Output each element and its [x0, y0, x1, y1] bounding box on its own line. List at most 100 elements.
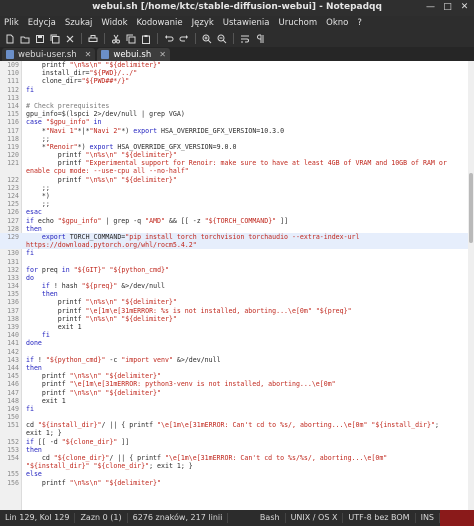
word-wrap-icon[interactable] [239, 33, 251, 45]
minimize-icon[interactable]: — [425, 2, 436, 13]
code-line[interactable]: enable cpu mode: --use-cpu all --no-half… [0, 167, 474, 175]
code-line[interactable]: exit 1; } [0, 429, 474, 437]
status-eol[interactable]: UNIX / OS X [286, 513, 344, 523]
code-line[interactable]: 130 fi [0, 249, 474, 257]
copy-icon[interactable] [125, 33, 137, 45]
code-line[interactable]: 118 ;; [0, 135, 474, 143]
code-line[interactable]: 135 then [0, 290, 474, 298]
code-line[interactable]: 140 fi [0, 331, 474, 339]
tab-webui-user-sh[interactable]: webui-user.sh ✕ [2, 48, 96, 61]
close-icon[interactable] [64, 33, 76, 45]
code-line[interactable]: https://download.pytorch.org/whl/rocm5.4… [0, 241, 474, 250]
code-line[interactable]: "${install_dir}" "${clone_dir}"; exit 1;… [0, 462, 474, 470]
scrollbar-thumb[interactable] [469, 173, 473, 243]
code-line[interactable]: 119 *"Renoir"*) export HSA_OVERRIDE_GFX_… [0, 143, 474, 151]
code-line[interactable]: 116 case "$gpu_info" in [0, 118, 474, 126]
code-line[interactable]: 133 do [0, 274, 474, 282]
code-line[interactable]: 120 printf "\n%s\n" "${delimiter}" [0, 151, 474, 159]
code-line[interactable]: 131 [0, 258, 474, 266]
menu-item-2[interactable]: Szukaj [65, 18, 93, 28]
code-line[interactable]: 112 fi [0, 86, 474, 94]
zoom-out-icon[interactable] [216, 33, 228, 45]
code-line[interactable]: 154 cd "${clone_dir}"/ || { printf "\e[1… [0, 454, 474, 462]
tab-close-icon[interactable]: ✕ [159, 50, 166, 59]
code-line[interactable]: 148 exit 1 [0, 397, 474, 405]
line-text: ;; [26, 200, 50, 209]
code-line[interactable]: 123 ;; [0, 184, 474, 192]
code-line[interactable]: 153 then [0, 446, 474, 454]
code-line[interactable]: 152 if [[ -d "${clone_dir}" ]] [0, 438, 474, 446]
zoom-in-icon[interactable] [201, 33, 213, 45]
code-line[interactable]: 151 cd "${install_dir}"/ || { printf "\e[… [0, 421, 474, 429]
code-line[interactable]: 114 # Check prerequisites [0, 102, 474, 110]
code-line[interactable]: 117 *"Navi 1"*|*"Navi 2"*) export HSA_OV… [0, 127, 474, 135]
line-number: 110 [7, 69, 19, 78]
code-line[interactable]: 149 fi [0, 405, 474, 413]
save-icon[interactable] [34, 33, 46, 45]
code-line[interactable]: 142 [0, 348, 474, 356]
new-file-icon[interactable] [4, 33, 16, 45]
menu-bar: Plik Edycja Szukaj Widok Kodowanie Język Ustaw… [0, 16, 474, 30]
code-line[interactable]: 115 gpu_info=$(lspci 2>/dev/null | grep V… [0, 110, 474, 118]
show-all-chars-icon[interactable] [254, 33, 266, 45]
code-line[interactable]: 146 printf "\e[1m\e[31mERROR: python3-ve… [0, 380, 474, 388]
code-line[interactable]: 132 for preq in "${GIT}" "${python_cmd}" [0, 266, 474, 274]
toolbar [0, 30, 474, 47]
code-line[interactable]: 121 printf "Experimental support for Ren… [0, 159, 474, 167]
code-line[interactable]: 134 if ! hash "${preq}" &>/dev/null [0, 282, 474, 290]
redo-icon[interactable] [178, 33, 190, 45]
code-line[interactable]: 139 exit 1 [0, 323, 474, 331]
line-number: 120 [7, 151, 19, 160]
menu-item-1[interactable]: Edycja [28, 18, 56, 28]
line-number: 116 [7, 118, 19, 127]
code-line[interactable]: 125 ;; [0, 200, 474, 208]
maximize-icon[interactable]: □ [442, 2, 453, 13]
code-line[interactable]: 113 [0, 94, 474, 102]
code-line[interactable]: 145 printf "\n%s\n" "${delimiter}" [0, 372, 474, 380]
code-line[interactable]: 155 else [0, 470, 474, 478]
status-language[interactable]: Bash [255, 513, 286, 523]
line-text: printf "\n%s\n" "${delimiter}" [26, 175, 177, 184]
tab-webui-sh[interactable]: webui.sh ✕ [97, 48, 170, 61]
undo-icon[interactable] [163, 33, 175, 45]
code-line[interactable]: 111 clone_dir="${PWD##*/}" [0, 77, 474, 85]
code-line[interactable]: 150 [0, 413, 474, 421]
code-editor[interactable]: 109 printf "\n%s\n" "${delimiter}" 110 in… [0, 61, 474, 510]
line-number: 138 [7, 314, 19, 323]
code-line[interactable]: 109 printf "\n%s\n" "${delimiter}" [0, 61, 474, 69]
code-line[interactable]: 129 export TORCH_COMMAND="pip install to… [0, 232, 474, 242]
status-encoding[interactable]: UTF-8 bez BOM [343, 513, 416, 523]
line-text: printf "Experimental support for Renoir:… [26, 159, 447, 168]
code-line[interactable]: 147 printf "\n%s\n" "${delimiter}" [0, 389, 474, 397]
tab-close-icon[interactable]: ✕ [85, 50, 92, 59]
menu-item-9[interactable]: ? [357, 18, 362, 28]
code-line[interactable]: 124 *) [0, 192, 474, 200]
code-line[interactable]: 156 printf "\n%s\n" "${delimiter}" [0, 479, 474, 487]
code-line[interactable]: 143 if ! "${python_cmd}" -c "import venv"… [0, 356, 474, 364]
cut-icon[interactable] [110, 33, 122, 45]
vertical-scrollbar[interactable] [468, 61, 474, 510]
code-line[interactable]: 137 printf "\e[1m\e[31mERROR: %s is not … [0, 307, 474, 315]
menu-item-4[interactable]: Kodowanie [137, 18, 183, 28]
code-line[interactable]: 127 if echo "$gpu_info" | grep -q "AMD" &… [0, 217, 474, 225]
menu-item-7[interactable]: Uruchom [278, 18, 317, 28]
menu-item-6[interactable]: Ustawienia [223, 18, 270, 28]
code-line[interactable]: 110 install_dir="${PWD}/../" [0, 69, 474, 77]
line-number: 122 [7, 175, 19, 184]
code-line[interactable]: 136 printf "\n%s\n" "${delimiter}" [0, 298, 474, 306]
code-line[interactable]: 126 esac [0, 208, 474, 216]
menu-item-0[interactable]: Plik [4, 18, 19, 28]
code-line[interactable]: 144 then [0, 364, 474, 372]
menu-item-8[interactable]: Okno [326, 18, 348, 28]
menu-item-5[interactable]: Język [192, 18, 214, 28]
code-line[interactable]: 128 then [0, 225, 474, 233]
code-line[interactable]: 122 printf "\n%s\n" "${delimiter}" [0, 176, 474, 184]
print-icon[interactable] [87, 33, 99, 45]
open-icon[interactable] [19, 33, 31, 45]
menu-item-3[interactable]: Widok [101, 18, 127, 28]
code-line[interactable]: 141 done [0, 339, 474, 347]
paste-icon[interactable] [140, 33, 152, 45]
code-line[interactable]: 138 printf "\n%s\n" "${delimiter}" [0, 315, 474, 323]
close-window-icon[interactable]: ✕ [459, 2, 470, 13]
save-all-icon[interactable] [49, 33, 61, 45]
